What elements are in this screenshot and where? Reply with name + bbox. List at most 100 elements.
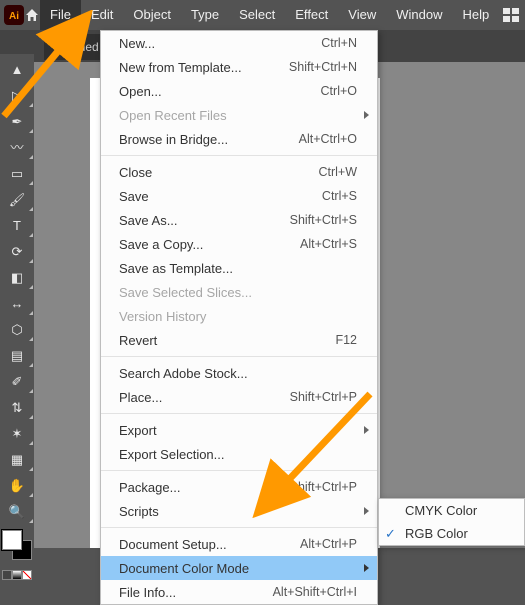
menu-item-scripts[interactable]: Scripts	[101, 499, 377, 523]
menu-item-package[interactable]: Package...Alt+Shift+Ctrl+P	[101, 475, 377, 499]
rotate-tool[interactable]: ⟳	[0, 238, 34, 264]
paintbrush-tool[interactable]: 🖌	[0, 186, 34, 212]
width-tool[interactable]: ↔	[0, 290, 34, 316]
menu-item-revert[interactable]: RevertF12	[101, 328, 377, 352]
type-tool[interactable]: T	[0, 212, 34, 238]
menu-item-shortcut: Alt+Shift+Ctrl+I	[273, 585, 357, 599]
menu-item-shortcut: Shift+Ctrl+P	[290, 390, 357, 404]
menu-effect[interactable]: Effect	[285, 0, 338, 30]
submenu-item-cmyk-color[interactable]: CMYK Color	[379, 499, 524, 522]
document-tab-label: Untitled	[58, 40, 99, 54]
menu-item-document-color-mode[interactable]: Document Color Mode	[101, 556, 377, 580]
menu-item-label: Save	[119, 189, 322, 204]
menu-item-shortcut: Ctrl+N	[321, 36, 357, 50]
menu-item-label: Save as Template...	[119, 261, 357, 276]
menu-item-save-as-template[interactable]: Save as Template...	[101, 256, 377, 280]
file-menu: New...Ctrl+NNew from Template...Shift+Ct…	[100, 30, 378, 605]
eraser-tool[interactable]: ◧	[0, 264, 34, 290]
menu-item-label: Export Selection...	[119, 447, 357, 462]
menu-item-file-info[interactable]: File Info...Alt+Shift+Ctrl+I	[101, 580, 377, 604]
menu-item-label: Save As...	[119, 213, 290, 228]
menu-edit[interactable]: Edit	[81, 0, 123, 30]
pen-tool[interactable]: ✒	[0, 108, 34, 134]
selection-tool[interactable]: ▲	[0, 56, 34, 82]
menu-item-document-setup[interactable]: Document Setup...Alt+Ctrl+P	[101, 532, 377, 556]
gradient-tool[interactable]: ▤	[0, 342, 34, 368]
shape-builder-tool[interactable]: ⬡	[0, 316, 34, 342]
submenu-item-label: RGB Color	[405, 526, 468, 541]
menu-item-browse-in-bridge[interactable]: Browse in Bridge...Alt+Ctrl+O	[101, 127, 377, 151]
menu-item-label: Place...	[119, 390, 290, 405]
menu-separator	[101, 356, 377, 357]
menu-item-save-as[interactable]: Save As...Shift+Ctrl+S	[101, 208, 377, 232]
menu-item-shortcut: Alt+Ctrl+S	[300, 237, 357, 251]
artboard-tool[interactable]: ▦	[0, 446, 34, 472]
menu-item-label: Document Setup...	[119, 537, 300, 552]
menu-separator	[101, 155, 377, 156]
menu-type[interactable]: Type	[181, 0, 229, 30]
symbol-sprayer-tool[interactable]: ✶	[0, 420, 34, 446]
menu-item-new-from-template[interactable]: New from Template...Shift+Ctrl+N	[101, 55, 377, 79]
document-color-mode-submenu: CMYK Color ✓ RGB Color	[378, 498, 525, 546]
zoom-tool[interactable]: 🔍	[0, 498, 34, 524]
menu-item-shortcut: Alt+Ctrl+P	[300, 537, 357, 551]
menu-item-label: File Info...	[119, 585, 273, 600]
menu-file[interactable]: File	[40, 0, 81, 30]
menu-object[interactable]: Object	[123, 0, 181, 30]
menu-item-shortcut: Ctrl+S	[322, 189, 357, 203]
menu-item-label: New from Template...	[119, 60, 289, 75]
menu-item-save[interactable]: SaveCtrl+S	[101, 184, 377, 208]
eyedropper-tool[interactable]: ✐	[0, 368, 34, 394]
rectangle-tool[interactable]: ▭	[0, 160, 34, 186]
submenu-item-label: CMYK Color	[405, 503, 477, 518]
draw-mode-icons[interactable]	[0, 570, 34, 580]
menu-item-shortcut: Shift+Ctrl+S	[290, 213, 357, 227]
menu-item-shortcut: Ctrl+O	[321, 84, 357, 98]
menu-item-label: Search Adobe Stock...	[119, 366, 357, 381]
menu-select[interactable]: Select	[229, 0, 285, 30]
menu-item-label: Version History	[119, 309, 357, 324]
menu-item-save-a-copy[interactable]: Save a Copy...Alt+Ctrl+S	[101, 232, 377, 256]
menu-item-label: Close	[119, 165, 318, 180]
app-logo-icon: Ai	[4, 0, 24, 30]
home-icon[interactable]	[24, 0, 40, 30]
check-icon: ✓	[385, 526, 396, 542]
menu-item-shortcut: Alt+Shift+Ctrl+P	[268, 480, 357, 494]
arrange-documents-icon[interactable]	[499, 3, 523, 27]
menu-item-label: Open...	[119, 84, 321, 99]
menu-item-close[interactable]: CloseCtrl+W	[101, 160, 377, 184]
submenu-item-rgb-color[interactable]: ✓ RGB Color	[379, 522, 524, 545]
menu-item-search-adobe-stock[interactable]: Search Adobe Stock...	[101, 361, 377, 385]
menubar: Ai File Edit Object Type Select Effect V…	[0, 0, 525, 30]
menu-item-shortcut: F12	[335, 333, 357, 347]
tools-panel: ▲▷✒〰▭🖌T⟳◧↔⬡▤✐⇅✶▦✋🔍	[0, 54, 34, 580]
menu-item-label: Open Recent Files	[119, 108, 357, 123]
menu-item-label: New...	[119, 36, 321, 51]
menu-item-label: Browse in Bridge...	[119, 132, 299, 147]
menu-separator	[101, 470, 377, 471]
blend-tool[interactable]: ⇅	[0, 394, 34, 420]
menu-separator	[101, 413, 377, 414]
menu-item-label: Scripts	[119, 504, 357, 519]
menu-item-open[interactable]: Open...Ctrl+O	[101, 79, 377, 103]
menu-view[interactable]: View	[338, 0, 386, 30]
menu-item-shortcut: Shift+Ctrl+N	[289, 60, 357, 74]
menu-item-label: Revert	[119, 333, 335, 348]
menu-item-label: Document Color Mode	[119, 561, 357, 576]
menu-item-shortcut: Alt+Ctrl+O	[299, 132, 357, 146]
direct-selection-tool[interactable]: ▷	[0, 82, 34, 108]
menu-window[interactable]: Window	[386, 0, 452, 30]
menu-item-export-selection[interactable]: Export Selection...	[101, 442, 377, 466]
hand-tool[interactable]: ✋	[0, 472, 34, 498]
fill-stroke-swatches[interactable]	[2, 530, 32, 560]
menu-item-label: Save Selected Slices...	[119, 285, 357, 300]
menu-item-version-history: Version History	[101, 304, 377, 328]
curvature-tool[interactable]: 〰	[0, 134, 34, 160]
menu-item-export[interactable]: Export	[101, 418, 377, 442]
menu-item-label: Save a Copy...	[119, 237, 300, 252]
menu-help[interactable]: Help	[452, 0, 499, 30]
menu-item-open-recent-files: Open Recent Files	[101, 103, 377, 127]
menu-item-new[interactable]: New...Ctrl+N	[101, 31, 377, 55]
menu-item-place[interactable]: Place...Shift+Ctrl+P	[101, 385, 377, 409]
menu-separator	[101, 527, 377, 528]
